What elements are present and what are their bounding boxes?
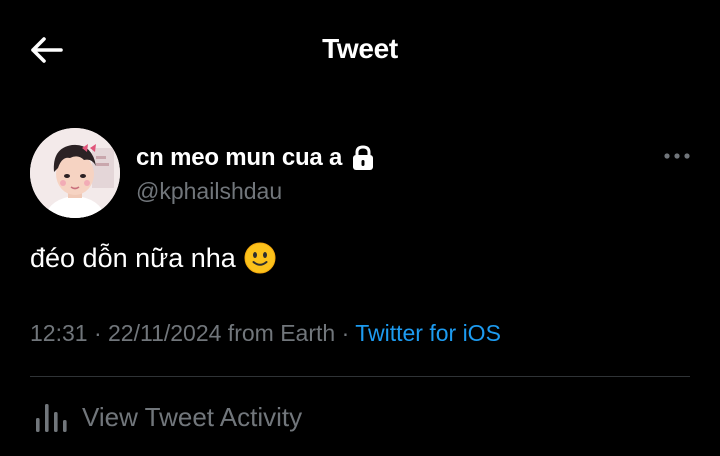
tweet-location: from Earth — [221, 320, 336, 346]
display-name: cn meo mun cua a — [136, 144, 343, 171]
display-name-row[interactable]: cn meo mun cua a — [136, 144, 375, 172]
tweet-date: 22/11/2024 — [108, 320, 222, 346]
tweet-source-link[interactable]: Twitter for iOS — [355, 320, 501, 346]
view-tweet-activity-button[interactable]: View Tweet Activity — [34, 400, 302, 434]
profile-photo — [30, 128, 120, 218]
tweet-body: đéo dỗn nữa nha — [30, 242, 276, 274]
tweet-text: đéo dỗn nữa nha — [30, 242, 236, 273]
more-options-button[interactable] — [662, 142, 692, 170]
tweet-author: cn meo mun cua a @kphailshdau — [30, 128, 700, 218]
page-title: Tweet — [322, 33, 398, 64]
bar-chart-icon — [36, 404, 67, 432]
view-tweet-activity-label: View Tweet Activity — [82, 401, 303, 432]
more-horizontal-icon — [664, 153, 690, 159]
meta-separator: · — [87, 320, 109, 346]
divider — [30, 376, 690, 377]
avatar[interactable] — [30, 128, 120, 218]
slightly-smiling-face-icon — [244, 242, 276, 274]
tweet-time: 12:31 — [30, 320, 88, 346]
meta-separator: · — [335, 320, 356, 346]
top-bar: Tweet — [0, 0, 720, 98]
tweet-meta: 12:31 · 22/11/2024 from Earth · Twitter … — [30, 320, 501, 347]
user-handle[interactable]: @kphailshdau — [136, 178, 282, 205]
lock-icon — [351, 145, 375, 171]
